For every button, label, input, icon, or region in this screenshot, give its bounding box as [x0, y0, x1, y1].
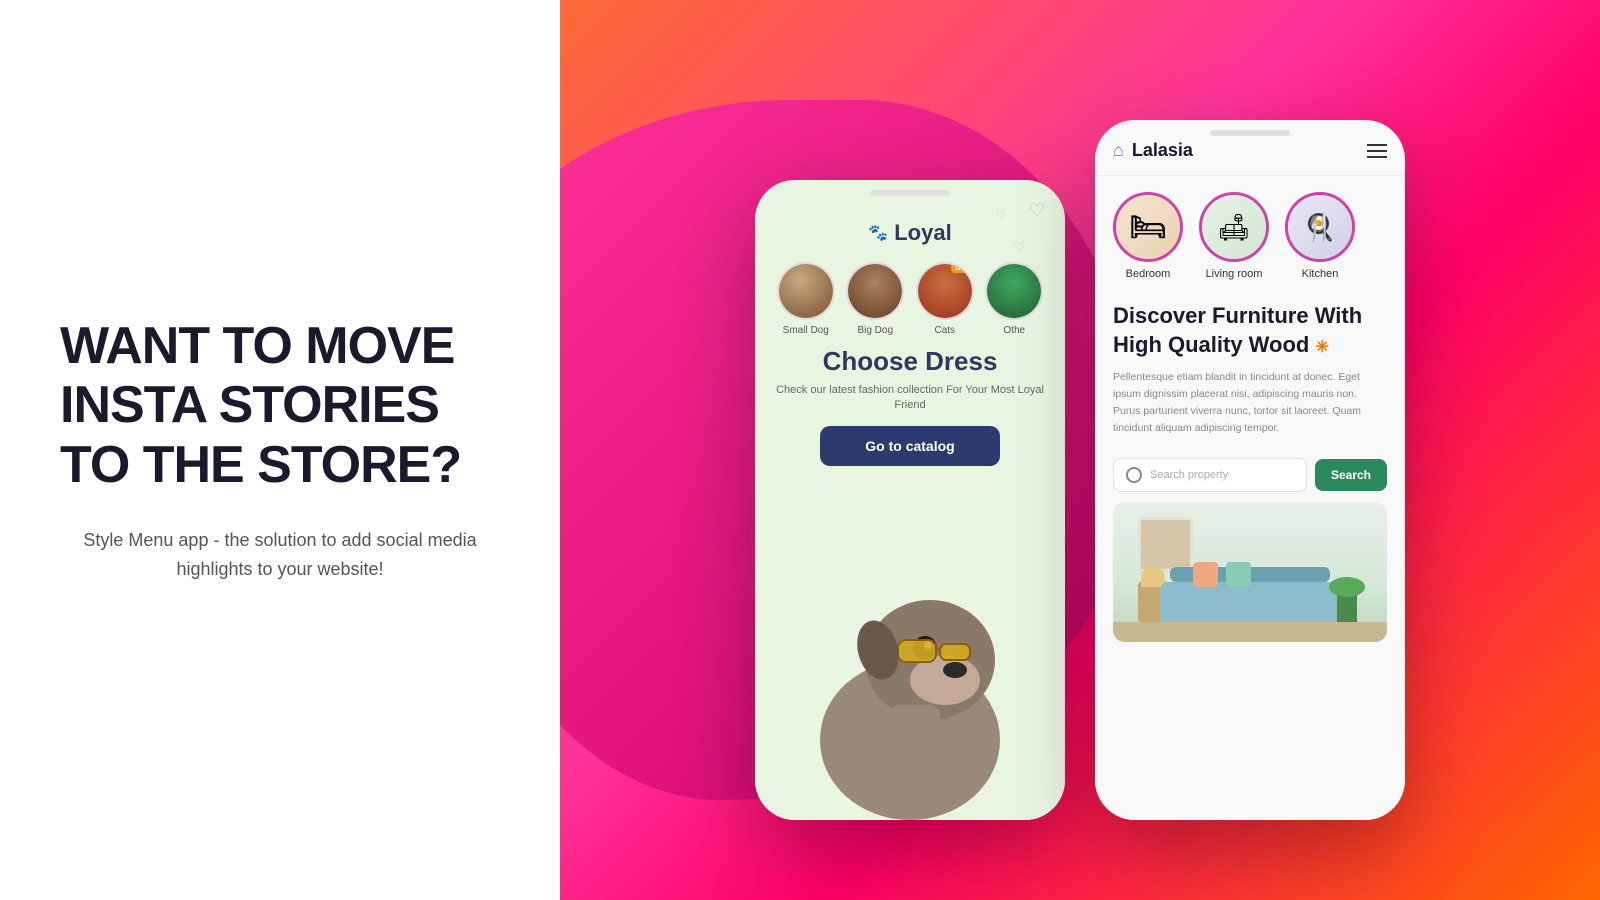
choose-dress-title: Choose Dress	[771, 346, 1049, 377]
cats-label: Cats	[934, 325, 955, 336]
pet-category-other[interactable]: Othe	[985, 262, 1043, 336]
loyal-app-name: Loyal	[894, 220, 951, 246]
cats-circle	[916, 262, 974, 320]
lalasia-description: Pellentesque etiam blandit in tincidunt …	[1113, 369, 1387, 436]
choose-dress-desc: Check our latest fashion collection For …	[771, 383, 1049, 414]
search-input-wrap[interactable]: Search property	[1113, 458, 1307, 492]
pet-category-small-dog[interactable]: Small Dog	[777, 262, 835, 336]
phones-container: ♡ ♡ ♡ 🐾 Loyal Small Dog	[755, 120, 1405, 820]
lalasia-title-line2: High Quality Wood	[1113, 332, 1309, 357]
room-illustration	[1113, 502, 1387, 642]
hamburger-menu[interactable]	[1367, 144, 1387, 158]
big-dog-circle	[846, 262, 904, 320]
phone-screen-2: ⌂ Lalasia 🛏 Bedroom	[1095, 120, 1405, 820]
phone-2-frame: ⌂ Lalasia 🛏 Bedroom	[1095, 120, 1405, 820]
search-placeholder-text: Search property	[1150, 469, 1228, 481]
kitchen-category[interactable]: 🍳 Kitchen	[1285, 192, 1355, 280]
room-preview	[1113, 502, 1387, 642]
floor	[1113, 622, 1387, 642]
furniture-categories: 🛏 Bedroom 🛋 Living room 🍳	[1095, 176, 1405, 296]
pet-categories: Small Dog Big Dog Cats	[771, 262, 1049, 336]
phone-notch-2	[1210, 130, 1290, 136]
sub-text: Style Menu app - the solution to add soc…	[60, 526, 500, 584]
hamburger-line-3	[1367, 156, 1387, 158]
catalog-button[interactable]: Go to catalog	[820, 426, 1000, 466]
choose-dress-section: Choose Dress Check our latest fashion co…	[771, 346, 1049, 414]
kitchen-label: Kitchen	[1302, 268, 1339, 280]
bedroom-circle: 🛏	[1113, 192, 1183, 262]
other-circle	[985, 262, 1043, 320]
search-bar: Search property Search	[1113, 458, 1387, 492]
small-dog-circle	[777, 262, 835, 320]
dog-svg	[780, 540, 1040, 820]
kitchen-circle: 🍳	[1285, 192, 1355, 262]
sparkle-icon: ✳	[1315, 339, 1328, 356]
bedroom-category[interactable]: 🛏 Bedroom	[1113, 192, 1183, 280]
loyal-header: 🐾 Loyal	[771, 210, 1049, 246]
lalasia-title: Discover Furniture With High Quality Woo…	[1113, 302, 1387, 359]
search-button[interactable]: Search	[1315, 459, 1387, 491]
dog-image	[780, 540, 1040, 820]
living-room-category[interactable]: 🛋 Living room	[1199, 192, 1269, 280]
lalasia-logo-icon: ⌂	[1113, 140, 1124, 161]
bedroom-label: Bedroom	[1126, 268, 1171, 280]
phone-1-frame: ♡ ♡ ♡ 🐾 Loyal Small Dog	[755, 180, 1065, 820]
living-room-circle: 🛋	[1199, 192, 1269, 262]
paw-icon: 🐾	[868, 223, 888, 243]
small-dog-label: Small Dog	[783, 325, 829, 336]
cushions	[1193, 562, 1251, 587]
living-room-label: Living room	[1206, 268, 1263, 280]
lalasia-logo-area: ⌂ Lalasia	[1113, 140, 1193, 161]
heart-decor-2: ♡	[1014, 240, 1025, 254]
heart-decor-3: ♡	[996, 210, 1005, 221]
phone-screen-1: ♡ ♡ ♡ 🐾 Loyal Small Dog	[755, 180, 1065, 820]
main-headline: WANT TO MOVE INSTA STORIES TO THE STORE?	[60, 317, 500, 496]
pet-category-cats[interactable]: Cats	[916, 262, 974, 336]
phone-notch-1	[870, 190, 950, 196]
hamburger-line-2	[1367, 150, 1387, 152]
heart-decor-1: ♡	[1029, 200, 1045, 221]
cushion-orange	[1193, 562, 1218, 587]
lalasia-headline: Discover Furniture With High Quality Woo…	[1095, 296, 1405, 448]
search-icon	[1126, 467, 1142, 483]
big-dog-label: Big Dog	[857, 325, 893, 336]
pet-category-big-dog[interactable]: Big Dog	[846, 262, 904, 336]
lalasia-header: ⌂ Lalasia	[1095, 140, 1405, 176]
hamburger-line-1	[1367, 144, 1387, 146]
left-section: WANT TO MOVE INSTA STORIES TO THE STORE?…	[0, 0, 560, 900]
other-label: Othe	[1003, 325, 1025, 336]
cushion-mint	[1226, 562, 1251, 587]
right-section: ♡ ♡ ♡ 🐾 Loyal Small Dog	[560, 0, 1600, 900]
wall-art	[1138, 517, 1193, 572]
lalasia-title-line1: Discover Furniture With	[1113, 303, 1362, 328]
lalasia-app-name: Lalasia	[1132, 140, 1193, 161]
